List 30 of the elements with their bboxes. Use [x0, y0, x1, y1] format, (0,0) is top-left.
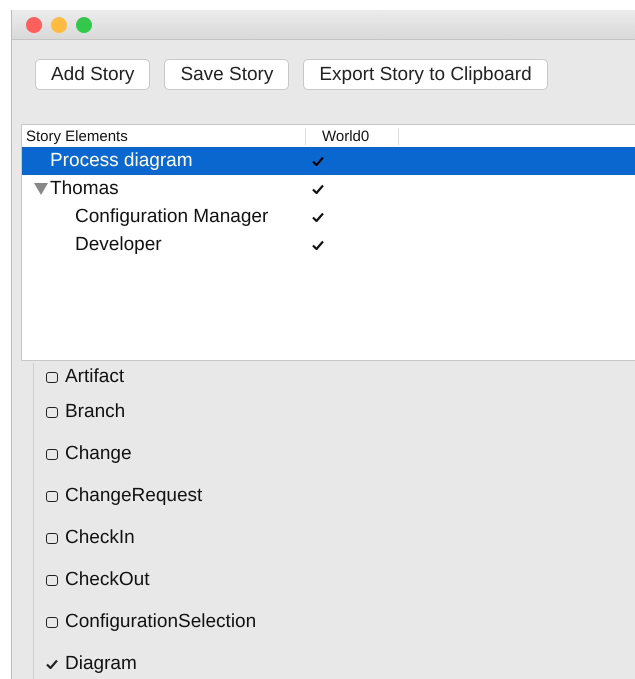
tree-row[interactable]: Thomas	[22, 175, 635, 203]
checkbox[interactable]	[46, 406, 58, 418]
checkbox[interactable]	[46, 372, 58, 382]
column-header[interactable]: Story Elements	[22, 128, 306, 144]
checkbox[interactable]	[46, 574, 58, 586]
row-label: Developer	[75, 234, 162, 256]
checkbox-label: Artifact	[65, 366, 124, 388]
checkbox[interactable]	[46, 490, 58, 502]
toolbar-button[interactable]: Add Story	[35, 59, 150, 90]
checkbox-label: CheckIn	[65, 527, 135, 549]
checkbox[interactable]	[46, 616, 58, 628]
checkbox-label: ChangeRequest	[65, 485, 202, 507]
checkbox-label: Diagram	[65, 653, 137, 675]
toolbar-button[interactable]: Export Story to Clipboard	[303, 59, 548, 90]
disclosure-triangle-icon[interactable]	[34, 183, 48, 195]
tree-row[interactable]: Developer	[22, 231, 635, 259]
toolbar-button[interactable]: Save Story	[164, 59, 290, 90]
checkbox[interactable]	[46, 448, 58, 460]
row-label: Thomas	[50, 178, 119, 200]
tree-row[interactable]: Process diagram	[22, 147, 635, 175]
checkbox[interactable]	[46, 532, 58, 544]
checkbox-label: Change	[65, 443, 132, 465]
checkbox-label: Branch	[65, 401, 126, 423]
checkbox-label: ConfigurationSelection	[65, 611, 256, 633]
row-label: Process diagram	[50, 150, 193, 172]
tree-row[interactable]: Configuration Manager	[22, 203, 635, 231]
checkbox-label: CheckOut	[65, 569, 150, 591]
checkbox[interactable]	[46, 659, 58, 669]
row-label: Configuration Manager	[75, 206, 268, 228]
column-header[interactable]: World0	[306, 128, 399, 144]
